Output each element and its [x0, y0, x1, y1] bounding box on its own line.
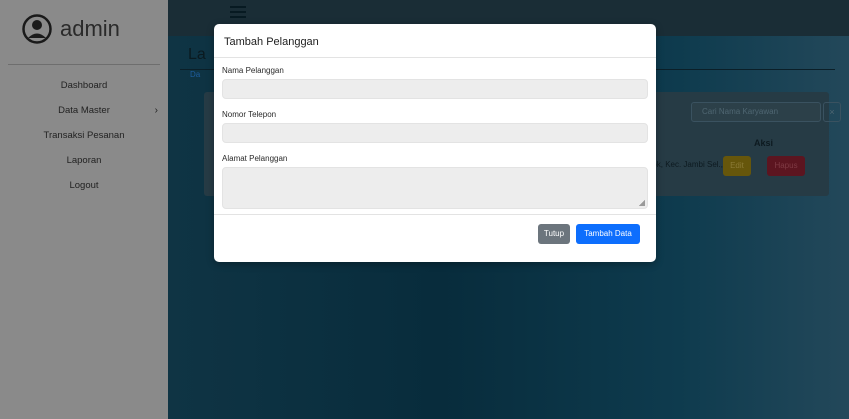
modal-footer: Tutup Tambah Data	[214, 214, 656, 262]
sidebar-item-data-master[interactable]: Data Master ›	[0, 98, 168, 123]
alamat-pelanggan-label: Alamat Pelanggan	[222, 154, 288, 163]
nama-pelanggan-label: Nama Pelanggan	[222, 66, 284, 75]
resize-grip-icon[interactable]	[639, 200, 645, 206]
sidebar-item-label: Laporan	[66, 155, 102, 166]
modal-header: Tambah Pelanggan	[214, 24, 656, 58]
breadcrumb[interactable]: Da	[190, 70, 200, 79]
table-cell-alamat: ok, Kec. Jambi Sel.,	[652, 160, 723, 169]
brand-name: admin	[60, 16, 120, 41]
nomor-telepon-input[interactable]	[222, 123, 648, 143]
column-header-aksi: Aksi	[753, 138, 773, 148]
sidebar-item-dashboard[interactable]: Dashboard	[0, 73, 168, 98]
brand: admin	[0, 0, 168, 58]
close-button[interactable]: Tutup	[538, 224, 570, 244]
alamat-pelanggan-textarea[interactable]	[222, 167, 648, 209]
sidebar-item-transaksi-pesanan[interactable]: Transaksi Pesanan	[0, 123, 168, 148]
sidebar-item-label: Data Master	[58, 105, 110, 116]
modal-body: Nama Pelanggan Nomor Telepon Alamat Pela…	[214, 58, 656, 209]
close-icon[interactable]: ×	[823, 102, 841, 122]
sidebar-nav: Dashboard Data Master › Transaksi Pesanan…	[0, 65, 168, 198]
delete-button[interactable]: Hapus	[767, 156, 805, 176]
sidebar-item-laporan[interactable]: Laporan	[0, 148, 168, 173]
hamburger-icon[interactable]	[230, 6, 246, 21]
sidebar-item-label: Transaksi Pesanan	[43, 130, 125, 141]
page-title: La	[188, 46, 206, 63]
search-input[interactable]: Cari Nama Karyawan	[691, 102, 821, 122]
nomor-telepon-label: Nomor Telepon	[222, 110, 277, 119]
add-customer-modal: Tambah Pelanggan Nama Pelanggan Nomor Te…	[214, 24, 656, 262]
sidebar-item-logout[interactable]: Logout	[0, 173, 168, 198]
chevron-right-icon: ›	[154, 105, 158, 116]
add-data-button[interactable]: Tambah Data	[576, 224, 640, 244]
edit-button[interactable]: Edit	[723, 156, 751, 176]
modal-title: Tambah Pelanggan	[224, 36, 319, 48]
user-circle-icon	[22, 14, 52, 44]
nama-pelanggan-input[interactable]	[222, 79, 648, 99]
sidebar-item-label: Logout	[69, 180, 99, 191]
sidebar: admin Dashboard Data Master › Transaksi P…	[0, 0, 168, 419]
sidebar-item-label: Dashboard	[60, 80, 108, 91]
